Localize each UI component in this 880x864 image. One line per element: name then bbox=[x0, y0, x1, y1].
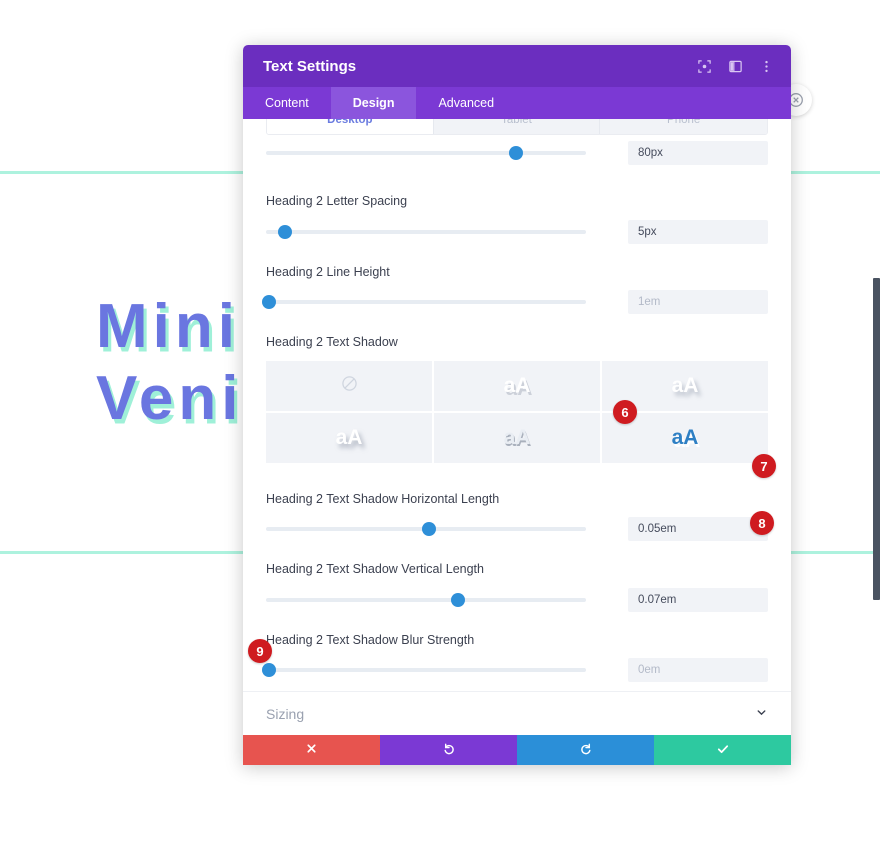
tab-content[interactable]: Content bbox=[243, 87, 331, 119]
chevron-down-icon bbox=[755, 706, 768, 722]
shadow-blur-value[interactable]: 0em bbox=[628, 658, 768, 682]
shadow-blur-control: 0em bbox=[262, 658, 768, 682]
slider-track bbox=[266, 668, 586, 672]
hero-heading-line2: Veni bbox=[96, 364, 244, 433]
line-height-slider[interactable] bbox=[262, 293, 586, 311]
sizing-accordion[interactable]: Sizing bbox=[243, 691, 791, 735]
tab-design[interactable]: Design bbox=[330, 87, 417, 119]
line-height-value[interactable]: 1em bbox=[628, 290, 768, 314]
hero-heading-line1: Mini bbox=[96, 292, 240, 361]
shadow-vertical-label: Heading 2 Text Shadow Vertical Length bbox=[266, 562, 484, 576]
modal-title: Text Settings bbox=[263, 57, 357, 75]
slider-knob[interactable] bbox=[262, 663, 277, 677]
font-size-control: 80px bbox=[266, 141, 768, 165]
hero-heading: Mini Veni bbox=[96, 296, 244, 430]
screenshot-canvas: Mini Veni Text Settings Content Design A… bbox=[0, 0, 880, 864]
device-tab-strip: Desktop Tablet Phone bbox=[266, 119, 768, 135]
slider-track bbox=[266, 229, 586, 234]
font-size-value[interactable]: 80px bbox=[628, 141, 768, 165]
shadow-horizontal-control: 0.05em bbox=[266, 517, 768, 541]
device-tab-phone[interactable]: Phone bbox=[600, 119, 767, 134]
shadow-vertical-control: 0.07em bbox=[266, 587, 768, 612]
letter-spacing-label: Heading 2 Letter Spacing bbox=[266, 194, 408, 208]
text-settings-modal: Text Settings Content Design Advanced De… bbox=[243, 45, 791, 765]
no-shadow-icon bbox=[341, 374, 358, 398]
slider-knob[interactable] bbox=[422, 522, 437, 536]
field-shadow-horizontal: Heading 2 Text Shadow Horizontal Length … bbox=[266, 491, 768, 541]
shadow-preset-outline[interactable]: aA bbox=[434, 412, 600, 463]
callout-badge-6: 6 bbox=[613, 400, 637, 424]
callout-badge-7: 7 bbox=[752, 454, 776, 478]
shadow-vertical-value[interactable]: 0.07em bbox=[628, 587, 768, 612]
settings-fields: 80px Heading 2 Letter Spacing 5px Headin… bbox=[243, 141, 791, 735]
field-line-height: Heading 2 Line Height 1em bbox=[262, 264, 768, 314]
letter-spacing-value[interactable]: 5px bbox=[628, 219, 768, 244]
modal-tabbar: Content Design Advanced bbox=[243, 87, 791, 119]
slider-track bbox=[266, 597, 586, 602]
undo-button[interactable] bbox=[380, 735, 517, 765]
sizing-accordion-label: Sizing bbox=[266, 705, 305, 722]
text-shadow-preset-grid: aA aA aA aA aA bbox=[266, 360, 768, 463]
modal-footer-bar bbox=[243, 735, 791, 765]
fullscreen-icon[interactable] bbox=[696, 58, 713, 75]
callout-badge-8: 8 bbox=[750, 511, 774, 535]
shadow-horizontal-value[interactable]: 0.05em bbox=[628, 517, 768, 541]
font-size-slider[interactable] bbox=[266, 144, 586, 162]
more-vertical-icon[interactable] bbox=[758, 58, 775, 75]
field-letter-spacing: Heading 2 Letter Spacing 5px bbox=[266, 195, 768, 244]
letter-spacing-slider[interactable] bbox=[266, 223, 586, 241]
slider-track bbox=[266, 300, 586, 304]
tab-advanced[interactable]: Advanced bbox=[416, 87, 516, 119]
shadow-preset-hard[interactable]: aA bbox=[266, 412, 432, 463]
modal-header-icons bbox=[696, 58, 775, 75]
modal-scrollbar[interactable] bbox=[873, 278, 880, 600]
field-shadow-blur: Heading 2 Text Shadow Blur Strength 0em bbox=[262, 632, 768, 682]
slider-knob[interactable] bbox=[278, 224, 293, 239]
field-text-shadow: Heading 2 Text Shadow aA aA aA aA aA bbox=[266, 336, 768, 463]
letter-spacing-control: 5px bbox=[266, 219, 768, 244]
shadow-blur-slider[interactable] bbox=[262, 661, 586, 679]
shadow-blur-label: Heading 2 Text Shadow Blur Strength bbox=[266, 632, 475, 647]
close-icon bbox=[305, 742, 318, 758]
undo-icon bbox=[442, 742, 456, 759]
shadow-preset-soft[interactable]: aA bbox=[434, 360, 600, 411]
slider-knob[interactable] bbox=[508, 146, 523, 160]
line-height-label: Heading 2 Line Height bbox=[266, 264, 390, 279]
layout-split-icon[interactable] bbox=[727, 58, 744, 75]
shadow-preset-none[interactable] bbox=[266, 360, 432, 411]
modal-header: Text Settings bbox=[243, 45, 791, 87]
redo-button[interactable] bbox=[517, 735, 654, 765]
slider-track bbox=[266, 151, 586, 155]
device-tab-tablet[interactable]: Tablet bbox=[433, 119, 601, 134]
text-shadow-label: Heading 2 Text Shadow bbox=[266, 335, 398, 349]
check-icon bbox=[716, 742, 730, 759]
line-height-control: 1em bbox=[262, 290, 768, 314]
shadow-horizontal-slider[interactable] bbox=[266, 520, 586, 538]
slider-knob[interactable] bbox=[262, 295, 277, 309]
shadow-vertical-slider[interactable] bbox=[266, 591, 586, 609]
shadow-horizontal-label: Heading 2 Text Shadow Horizontal Length bbox=[266, 491, 500, 506]
cancel-button[interactable] bbox=[243, 735, 380, 765]
device-tab-desktop[interactable]: Desktop bbox=[267, 119, 434, 134]
field-shadow-vertical: Heading 2 Text Shadow Vertical Length 0.… bbox=[266, 563, 768, 612]
callout-badge-9: 9 bbox=[248, 639, 272, 663]
redo-icon bbox=[579, 742, 593, 759]
modal-body: Desktop Tablet Phone 80px Heading 2 Lett… bbox=[243, 119, 791, 735]
field-font-size: 80px bbox=[266, 141, 768, 165]
save-button[interactable] bbox=[654, 735, 791, 765]
slider-knob[interactable] bbox=[451, 592, 465, 607]
